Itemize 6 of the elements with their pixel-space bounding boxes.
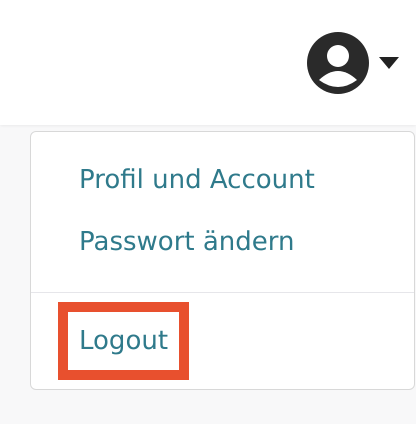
caret-icon	[379, 56, 399, 68]
user-menu-button[interactable]	[307, 32, 399, 94]
menu-item[interactable]: Logout	[58, 302, 190, 380]
menu-item[interactable]: Profil und Account	[31, 149, 315, 211]
menu-item[interactable]: Passwort ändern	[31, 211, 294, 273]
user-avatar-icon	[307, 32, 369, 94]
